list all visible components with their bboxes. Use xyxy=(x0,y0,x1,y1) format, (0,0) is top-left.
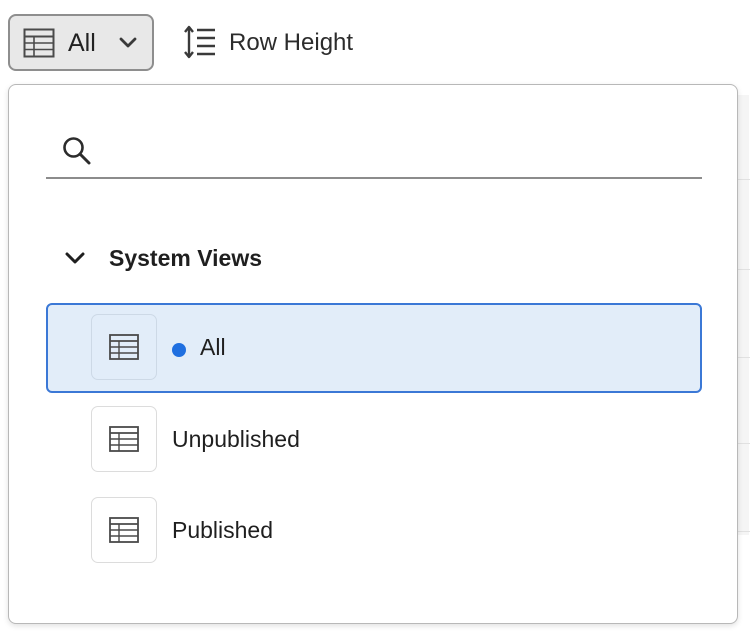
view-item-published[interactable]: Published xyxy=(46,486,702,576)
section-title: System Views xyxy=(109,245,263,271)
table-icon xyxy=(91,314,157,380)
table-icon xyxy=(91,497,157,563)
search-field xyxy=(46,123,702,179)
selected-indicator-dot xyxy=(172,343,186,357)
search-input[interactable] xyxy=(96,131,690,173)
view-picker-button[interactable]: All xyxy=(8,14,154,71)
row-height-label: Row Height xyxy=(229,29,354,56)
table-icon xyxy=(91,406,157,472)
search-icon xyxy=(61,135,93,172)
table-icon xyxy=(23,28,55,63)
view-item-label: All xyxy=(200,334,226,360)
view-picker-popover: System Views All Unpublished Published xyxy=(8,84,738,624)
row-height-icon xyxy=(182,24,218,65)
view-item-all[interactable]: All xyxy=(46,303,702,393)
view-item-label: Unpublished xyxy=(172,426,300,452)
view-picker-label: All xyxy=(68,29,96,57)
chevron-down-icon xyxy=(64,248,86,275)
chevron-down-icon xyxy=(117,32,139,59)
view-item-unpublished[interactable]: Unpublished xyxy=(46,395,702,485)
search-underline xyxy=(46,177,702,179)
view-item-label: Published xyxy=(172,517,274,543)
